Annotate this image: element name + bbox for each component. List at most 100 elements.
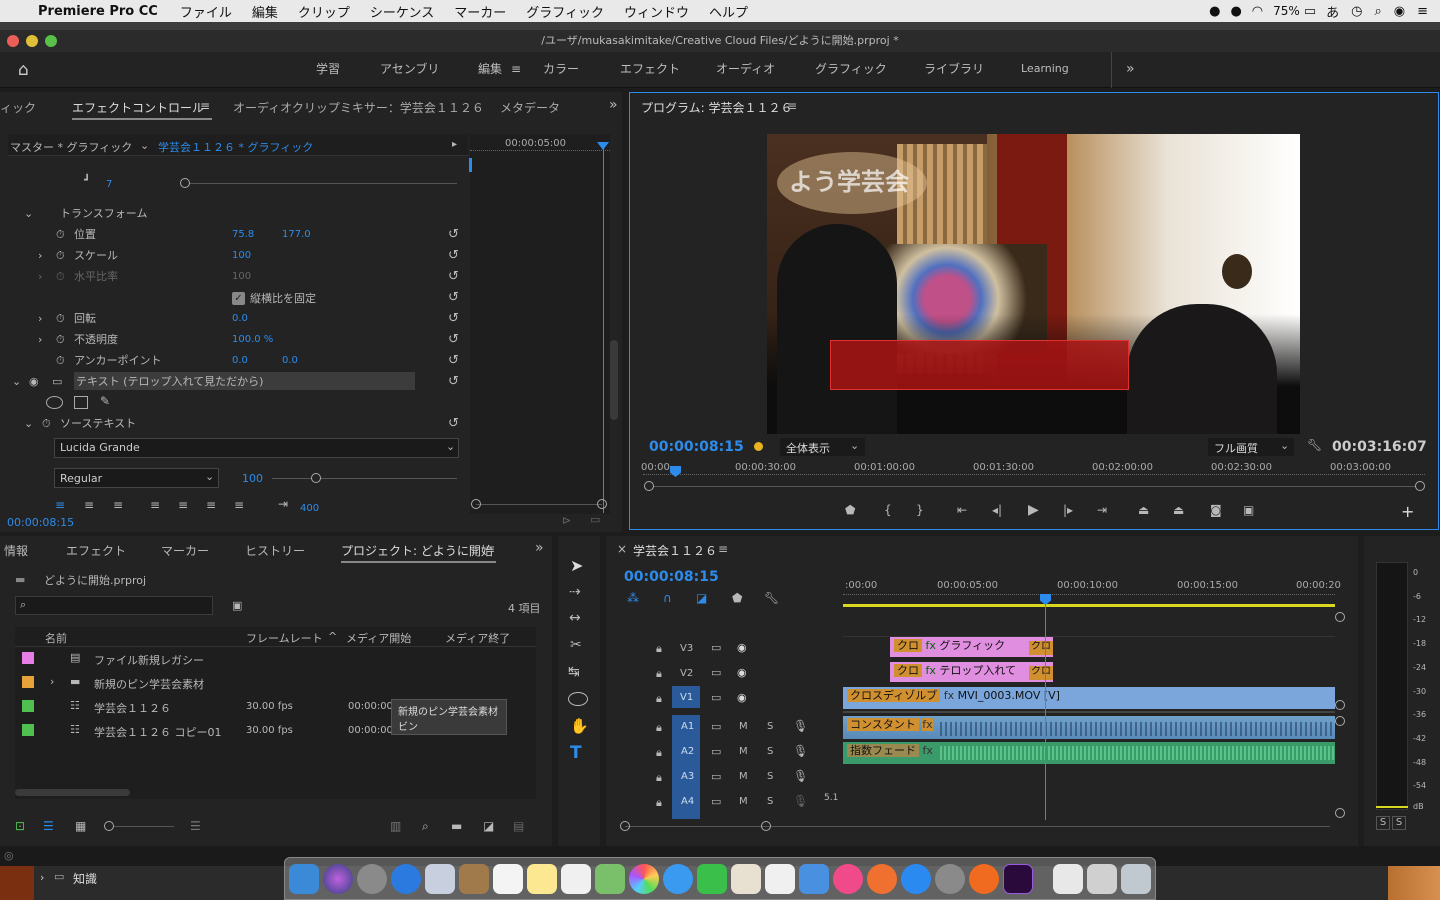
facetime-icon[interactable] [697,864,727,894]
selection-tool-icon[interactable]: ➤ [570,556,583,575]
solo-left-button[interactable]: S [1376,816,1390,830]
app-menu[interactable]: Premiere Pro CC [38,4,158,19]
workspace-graphics[interactable]: グラフィック [815,52,887,88]
workspace-libraries[interactable]: ライブラリ [924,52,984,88]
menu-sequence[interactable]: シーケンス [370,2,434,21]
rotation-value[interactable]: 0.0 [232,308,248,329]
tab-info[interactable]: 情報 [4,542,28,559]
rectangle-mask-icon[interactable] [74,396,88,409]
trash-icon[interactable]: ▭ [590,513,600,526]
nest-icon[interactable]: ⁂ [627,591,639,605]
trash-icon[interactable]: ▤ [513,819,524,833]
effect-timecode[interactable]: 00:00:08:15 [7,516,74,529]
effect-playhead[interactable] [603,143,604,513]
go-to-in-icon[interactable]: ⇤ [957,503,967,517]
status-icon[interactable]: ● [1230,4,1241,19]
icon-view-icon[interactable]: ▦ [75,819,86,833]
effect-zoom-bar[interactable] [476,504,602,505]
effect-playhead-marker[interactable] [597,142,609,150]
numbers-icon[interactable] [765,864,795,894]
leading-value[interactable]: 7 [106,179,112,190]
menu-file[interactable]: ファイル [180,2,232,21]
close-sequence-icon[interactable]: × [617,542,627,556]
creative-cloud-icon[interactable]: ● [1209,4,1220,19]
timeline-timecode[interactable]: 00:00:08:15 [624,569,719,585]
ime-indicator[interactable]: あ [1326,2,1339,21]
timeline-zoom-handle-left[interactable] [620,821,630,831]
scale-disclosure-icon[interactable]: › [38,245,42,266]
mark-in-icon[interactable]: { [884,503,892,517]
uniform-scale-checkbox[interactable]: ✓ [232,292,245,305]
snap-icon[interactable]: ∩ [663,591,672,605]
sync-lock-icon[interactable]: ▭ [711,745,721,758]
timeline-zoom-handle-right[interactable] [761,821,771,831]
wrench-icon[interactable]: 🔧︎ [1307,438,1322,452]
menu-edit[interactable]: 編集 [252,2,278,21]
new-item-icon[interactable]: ◪ [483,819,494,833]
position-y-value[interactable]: 177.0 [282,224,311,245]
lock-icon[interactable]: 🔒︎ [656,771,662,785]
video-preview[interactable]: よう学芸会 [767,134,1300,434]
panel-menu-icon[interactable]: ≡ [787,99,797,113]
font-size-slider-track[interactable] [272,478,457,479]
notes-icon[interactable] [527,864,557,894]
microphone-icon[interactable]: 🎙︎ [793,769,808,783]
new-bin-icon[interactable]: ▬ [451,819,462,833]
lift-icon[interactable]: ⏏ [1138,503,1149,517]
maps-icon[interactable] [595,864,625,894]
program-timecode[interactable]: 00:00:08:15 [649,439,744,455]
microphone-icon[interactable]: 🎙︎ [793,794,808,808]
zoom-slider-track[interactable] [114,826,174,827]
clock-icon[interactable]: ◷ [1351,4,1362,19]
mute-button[interactable]: M [739,746,748,757]
bin-disclosure-icon[interactable]: › [50,675,54,688]
align-left-icon[interactable]: ≡ [55,498,65,512]
siri-icon[interactable] [323,864,353,894]
reset-opacity-icon[interactable]: ↺ [448,329,459,350]
photos-icon[interactable] [629,864,659,894]
more-tabs-icon[interactable]: » [535,540,544,556]
play-icon[interactable]: ▶ [1028,502,1039,518]
lock-icon[interactable]: ⊡ [15,819,25,833]
font-size-slider-handle[interactable] [311,473,321,483]
microphone-icon[interactable]: 🎙︎ [793,719,808,733]
justify-right-icon[interactable]: ≡ [206,498,216,512]
column-media-end[interactable]: メディア終了 [445,630,510,646]
menu-marker[interactable]: マーカー [454,2,506,21]
solo-right-button[interactable]: S [1392,816,1406,830]
mark-out-icon[interactable]: } [916,503,924,517]
safari-icon[interactable] [391,864,421,894]
font-size-value[interactable]: 100 [242,472,263,485]
timeline-zoom-bar[interactable] [625,826,1330,827]
finder-icon[interactable] [289,864,319,894]
workspace-effects[interactable]: エフェクト [620,52,680,88]
panel-menu-icon[interactable]: ≡ [485,542,495,556]
label-color-swatch[interactable] [22,724,34,736]
list-view-icon[interactable]: ☰ [43,819,54,833]
menu-clip[interactable]: クリップ [298,2,350,21]
ripple-edit-tool-icon[interactable]: ↔ [569,610,581,626]
telop-box[interactable] [830,340,1129,390]
zoom-slider-handle[interactable] [104,821,114,831]
lock-icon[interactable]: 🔒︎ [656,667,662,681]
more-workspaces-icon[interactable]: » [1126,52,1135,88]
reset-text-layer-icon[interactable]: ↺ [448,371,459,392]
track-label-a3[interactable]: A3 [681,771,694,782]
close-window-button[interactable] [7,35,19,47]
eye-icon[interactable]: ◉ [737,666,747,679]
master-clip-label[interactable]: マスター * グラフィック [10,139,132,155]
align-right-icon[interactable]: ≡ [113,498,123,512]
position-x-value[interactable]: 75.8 [232,224,254,245]
solo-button[interactable]: S [767,771,773,782]
tab-audio-clip-mixer[interactable]: オーディオクリップミキサー：学芸会１１２６ [233,99,484,116]
tab-project[interactable]: プロジェクト: どように開始 [341,542,493,559]
wifi-icon[interactable]: ◠ [1252,4,1263,19]
justify-center-icon[interactable]: ≡ [178,498,188,512]
play-clip-icon[interactable]: ▸ [452,139,457,150]
timeline-vzoom-handle-bottom[interactable] [1335,808,1345,818]
find-icon[interactable]: ⌕ [422,819,429,834]
solo-button[interactable]: S [767,721,773,732]
scale-value[interactable]: 100 [232,245,251,266]
rotation-disclosure-icon[interactable]: › [38,308,42,329]
comparison-view-icon[interactable]: ▣ [1243,503,1254,517]
